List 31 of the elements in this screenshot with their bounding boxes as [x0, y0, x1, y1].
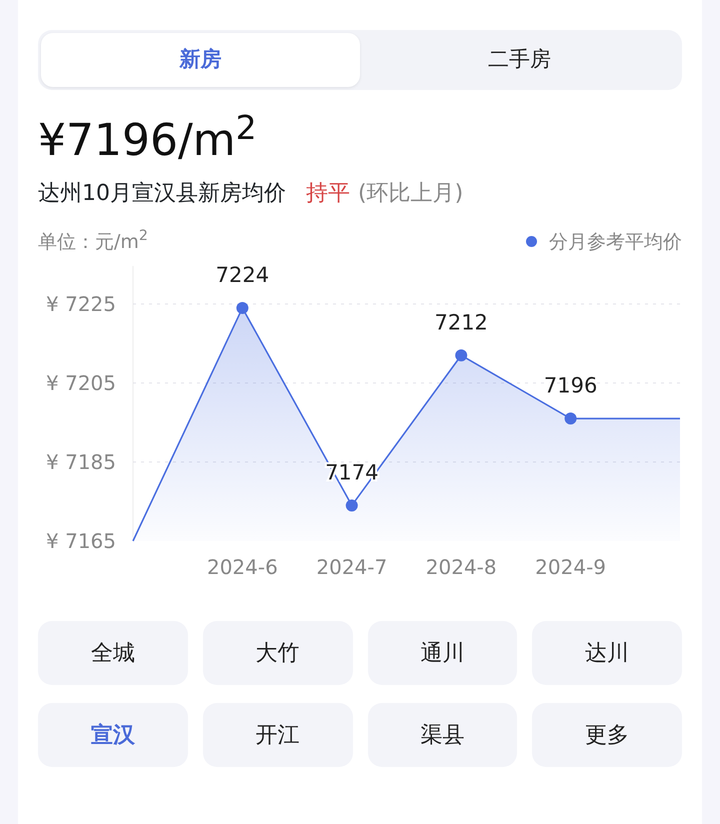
average-price: ¥7196/m$^{2}$	[38, 116, 258, 167]
data-point	[346, 500, 358, 512]
data-label: 7196	[544, 374, 598, 398]
data-point	[236, 302, 248, 314]
price-title: 达州10月宣汉县新房均价	[38, 180, 286, 208]
x-axis-label: 2024-8	[426, 555, 497, 580]
district-button[interactable]: 渠县	[368, 703, 518, 768]
y-axis-label: ¥ 7185	[46, 450, 116, 474]
district-button[interactable]: 开江	[202, 703, 352, 768]
x-axis-label: 2024-6	[206, 555, 278, 580]
data-label: 7212	[434, 310, 488, 334]
y-axis-label: ¥ 7225	[46, 292, 116, 316]
data-point	[455, 349, 468, 362]
data-point	[564, 412, 577, 425]
x-axis-label: 2024-9	[535, 555, 606, 580]
data-label: 7224	[216, 263, 270, 288]
tab[interactable]: 新房	[41, 33, 360, 87]
district-button[interactable]: 全城	[38, 621, 188, 686]
district-button[interactable]: 大竹	[202, 621, 352, 686]
unit-label: 单位：元/m$^{2}$	[38, 228, 148, 255]
legend-label: 分月参考平均价	[549, 230, 682, 255]
comparison-note: (环比上月)	[358, 180, 464, 206]
x-axis-label: 2024-7	[316, 555, 388, 580]
district-button[interactable]: 更多	[532, 703, 682, 768]
district-button[interactable]: 通川	[368, 621, 518, 686]
district-button[interactable]: 宣汉	[38, 703, 188, 768]
y-axis-label: ¥ 7165	[46, 529, 116, 554]
tab[interactable]: 二手房	[360, 33, 679, 87]
trend-label: 持平	[306, 180, 350, 206]
district-button[interactable]: 达川	[532, 621, 682, 686]
y-axis-label: ¥ 7205	[46, 371, 116, 396]
